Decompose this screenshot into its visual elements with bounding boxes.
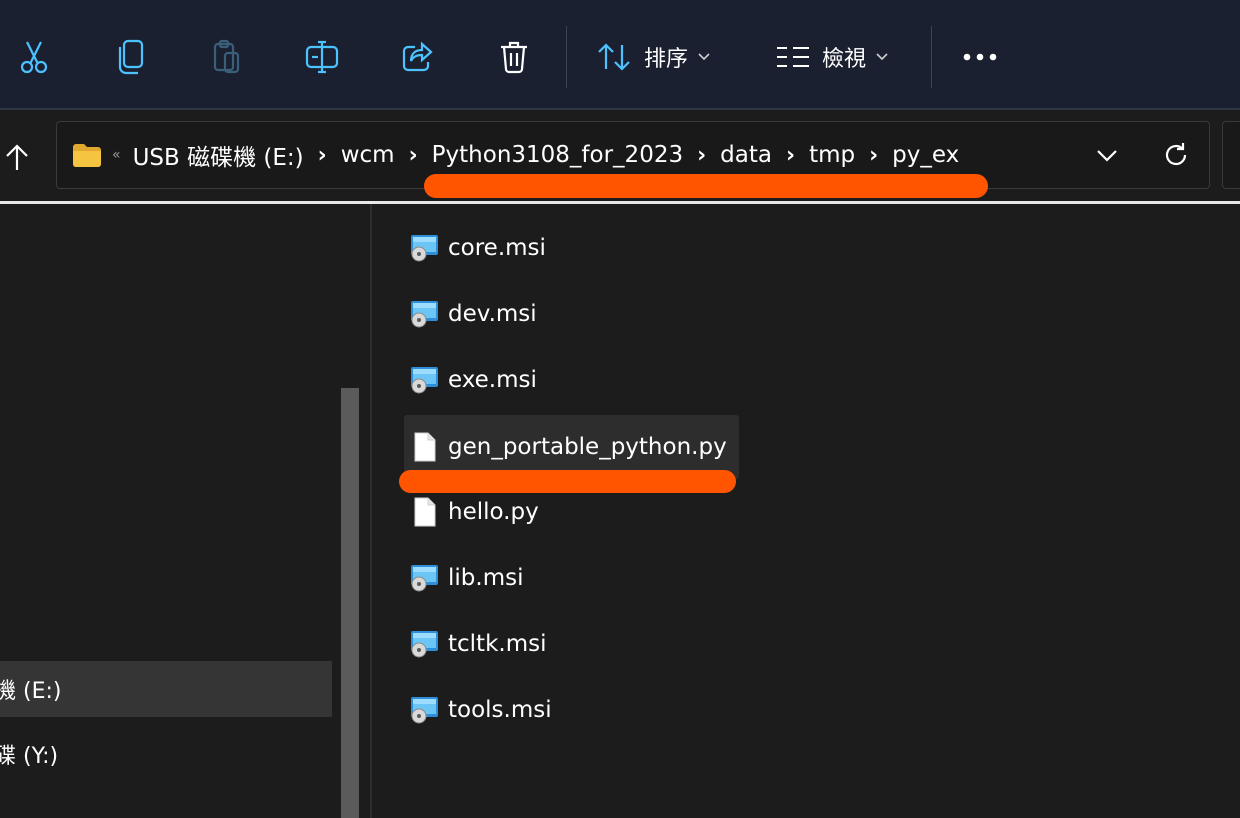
breadcrumb-tmp[interactable]: tmp — [809, 142, 855, 168]
paste-button[interactable] — [206, 30, 246, 84]
scissors-icon — [20, 41, 48, 74]
rename-icon — [305, 40, 339, 74]
see-more-button[interactable] — [960, 30, 1000, 84]
nav-item-usb-drive-e[interactable]: 機 (E:) — [0, 661, 332, 717]
highlight-underline-path — [424, 174, 988, 198]
file-row-lib-msi[interactable]: lib.msi — [404, 546, 535, 610]
msi-installer-icon — [410, 233, 440, 263]
more-dots-icon — [963, 53, 997, 61]
breadcrumb-py-ex[interactable]: py_ex — [892, 142, 959, 168]
share-button[interactable] — [398, 30, 438, 84]
breadcrumb-separator[interactable]: › — [786, 143, 795, 168]
copy-icon — [118, 39, 144, 75]
file-name: hello.py — [448, 499, 539, 525]
chevron-down-icon — [876, 53, 888, 61]
toolbar-separator — [566, 26, 567, 88]
cut-button[interactable] — [14, 30, 54, 84]
breadcrumb-python3108[interactable]: Python3108_for_2023 — [432, 142, 683, 168]
search-box[interactable] — [1222, 121, 1240, 189]
toolbar-separator — [931, 26, 932, 88]
file-name: gen_portable_python.py — [448, 434, 727, 460]
breadcrumb-separator[interactable]: › — [318, 143, 327, 168]
msi-installer-icon — [410, 695, 440, 725]
refresh-button[interactable] — [1158, 138, 1194, 172]
delete-button[interactable] — [494, 30, 534, 84]
paste-icon — [213, 39, 240, 74]
file-row-tools-msi[interactable]: tools.msi — [404, 678, 564, 742]
chevron-down-icon — [698, 53, 710, 61]
breadcrumb-separator[interactable]: › — [409, 143, 418, 168]
sort-label: 排序 — [644, 47, 689, 72]
file-row-core-msi[interactable]: core.msi — [404, 216, 558, 280]
file-row-tcltk-msi[interactable]: tcltk.msi — [404, 612, 558, 676]
msi-installer-icon — [410, 629, 440, 659]
breadcrumb-usb-drive[interactable]: USB 磁碟機 (E:) — [133, 138, 304, 172]
up-one-level-button[interactable] — [0, 136, 34, 178]
share-icon — [402, 41, 433, 72]
file-row-dev-msi[interactable]: dev.msi — [404, 282, 549, 346]
nav-item-network-drive-y[interactable]: 碟 (Y:) — [0, 726, 332, 782]
file-name: dev.msi — [448, 301, 537, 327]
sort-button[interactable]: 排序 — [596, 30, 710, 84]
breadcrumb-separator[interactable]: › — [697, 143, 706, 168]
address-history-dropdown[interactable] — [1090, 140, 1124, 170]
nav-item-label: 碟 (Y:) — [0, 744, 59, 769]
breadcrumb-separator[interactable]: › — [869, 143, 878, 168]
folder-icon — [73, 144, 101, 167]
chevron-down-icon — [1097, 149, 1117, 162]
arrow-up-icon — [6, 144, 28, 170]
copy-button[interactable] — [110, 30, 150, 84]
pane-divider[interactable] — [370, 204, 372, 818]
msi-installer-icon — [410, 299, 440, 329]
nav-scrollbar-thumb[interactable] — [341, 388, 359, 818]
breadcrumb-overflow-button[interactable]: « — [112, 147, 121, 163]
refresh-icon — [1165, 143, 1187, 166]
file-name: lib.msi — [448, 565, 524, 591]
view-list-icon — [777, 47, 809, 67]
text-file-icon — [410, 432, 440, 462]
file-name: tcltk.msi — [448, 631, 547, 657]
file-name: tools.msi — [448, 697, 552, 723]
sort-icon — [598, 43, 630, 71]
text-file-icon — [410, 497, 440, 527]
breadcrumb-wcm[interactable]: wcm — [341, 142, 395, 168]
nav-item-label: 機 (E:) — [0, 679, 62, 704]
file-name: exe.msi — [448, 367, 537, 393]
view-label: 檢視 — [822, 47, 867, 72]
highlight-underline-file — [399, 470, 736, 493]
file-name: core.msi — [448, 235, 546, 261]
breadcrumb-data[interactable]: data — [720, 142, 772, 168]
trash-icon — [501, 41, 527, 74]
rename-button[interactable] — [302, 30, 342, 84]
file-row-exe-msi[interactable]: exe.msi — [404, 348, 549, 412]
breadcrumb: « USB 磁碟機 (E:) › wcm › Python3108_for_20… — [72, 132, 959, 178]
msi-installer-icon — [410, 563, 440, 593]
view-button[interactable]: 檢視 — [776, 30, 888, 84]
msi-installer-icon — [410, 365, 440, 395]
